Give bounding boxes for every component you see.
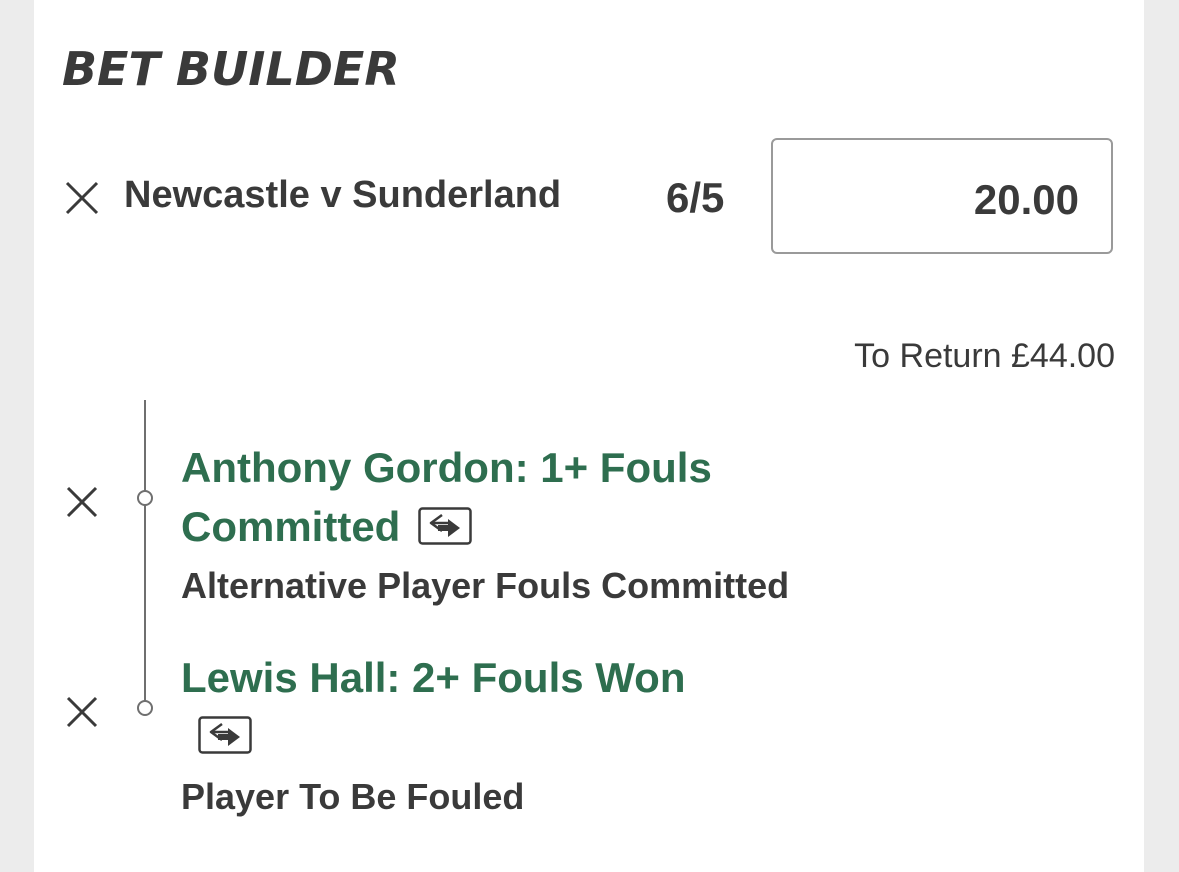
timeline-dot: [137, 700, 153, 716]
stake-value: 20.00: [973, 176, 1079, 223]
remove-selection-close-icon[interactable]: [64, 484, 100, 520]
selection-title-line1: Anthony Gordon: 1+ Fouls: [181, 444, 712, 491]
selection-title-line2: Committed: [181, 503, 401, 550]
selection-title-line2-row: Committed: [181, 497, 473, 556]
swap-icon[interactable]: [418, 507, 473, 545]
remove-bet-close-icon[interactable]: [64, 180, 100, 216]
selection-market: Player To Be Fouled: [181, 776, 525, 817]
timeline-dot: [137, 490, 153, 506]
remove-selection-close-icon[interactable]: [64, 694, 100, 730]
bet-builder-card: BET BUILDER Newcastle v Sunderland 6/5 2…: [34, 0, 1144, 872]
selection-title-line1: Lewis Hall: 2+ Fouls Won: [181, 654, 686, 701]
match-name: Newcastle v Sunderland: [124, 174, 562, 216]
swap-icon[interactable]: [198, 716, 252, 754]
selection-title: Lewis Hall: 2+ Fouls Won: [181, 648, 685, 707]
timeline-line: [144, 400, 146, 708]
to-return-text: To Return £44.00: [854, 337, 1115, 375]
right-gutter: [1144, 0, 1179, 872]
selection-market: Alternative Player Fouls Committed: [181, 565, 790, 606]
selection-title: Anthony Gordon: 1+ Fouls: [181, 438, 712, 497]
stake-input[interactable]: 20.00: [771, 138, 1113, 254]
odds: 6/5: [666, 174, 725, 221]
bet-builder-title: BET BUILDER: [62, 42, 400, 96]
